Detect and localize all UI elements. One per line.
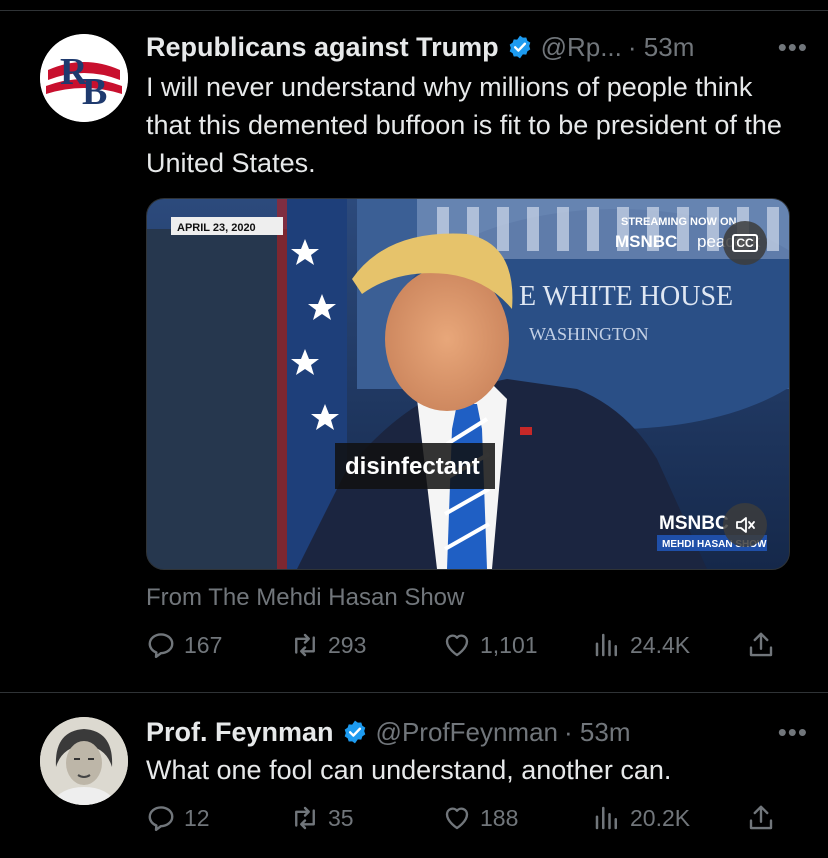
author-name[interactable]: Republicans against Trump	[146, 32, 499, 63]
streaming-label: STREAMING NOW ON	[621, 216, 737, 228]
action-bar: 167 293 1,101 24.4K	[146, 630, 786, 670]
more-options-icon[interactable]: •••	[778, 717, 808, 748]
retweet-icon	[295, 633, 315, 657]
retweet-button[interactable]: 35	[290, 803, 354, 833]
reply-button[interactable]: 167	[146, 630, 222, 660]
retweet-button[interactable]: 293	[290, 630, 366, 660]
author-name[interactable]: Prof. Feynman	[146, 717, 334, 748]
share-button[interactable]	[746, 630, 784, 660]
reply-count: 12	[184, 804, 210, 831]
like-count: 1,101	[480, 631, 538, 658]
tweet-1[interactable]: R B Republicans against Trump @Rp... · 5…	[0, 0, 828, 692]
tweet-text: What one fool can understand, another ca…	[146, 755, 672, 785]
retweet-count: 293	[328, 631, 367, 658]
wall-subtext: WASHINGTON	[529, 324, 649, 344]
share-icon	[749, 632, 773, 657]
caption-text: disinfectant	[345, 453, 480, 480]
cc-icon: CC	[732, 234, 758, 252]
views-chart-icon	[595, 806, 617, 830]
author-handle[interactable]: @Rp...	[541, 32, 622, 63]
retweet-count: 35	[328, 804, 354, 831]
view-count: 24.4K	[630, 631, 691, 658]
share-button[interactable]	[746, 803, 784, 833]
share-icon	[749, 805, 773, 830]
wall-text: E WHITE HOUSE	[519, 281, 733, 312]
heart-icon	[445, 807, 469, 830]
corner-network: MSNBC	[659, 513, 729, 534]
tweet-header: Prof. Feynman @ProfFeynman · 53m	[146, 712, 808, 752]
verified-badge-icon	[509, 35, 530, 59]
tweet-header: Republicans against Trump @Rp... · 53m	[146, 27, 808, 67]
view-count: 20.2K	[630, 804, 691, 831]
action-bar: 12 35 188 20.2K	[146, 803, 786, 843]
tweet-text: I will never understand why millions of …	[146, 72, 782, 178]
date-stamp: APRIL 23, 2020	[177, 222, 256, 234]
reply-icon	[148, 633, 174, 659]
rb-logo-icon: R B	[40, 34, 128, 122]
speaker-muted-icon	[736, 517, 755, 533]
reply-icon	[148, 806, 174, 832]
video-frame: E WHITE HOUSE WASHINGTON APRIL 23, 2020 …	[147, 199, 789, 569]
reply-button[interactable]: 12	[146, 803, 210, 833]
network-logo: MSNBC	[615, 232, 677, 251]
like-button[interactable]: 188	[442, 803, 518, 833]
like-count: 188	[480, 804, 519, 831]
avatar[interactable]	[40, 717, 128, 805]
tweet-2[interactable]: Prof. Feynman @ProfFeynman · 53m ••• Wha…	[0, 693, 828, 858]
verified-badge-icon	[344, 720, 365, 744]
captions-button[interactable]: CC	[723, 221, 767, 265]
media-source[interactable]: From The Mehdi Hasan Show	[146, 584, 464, 612]
more-options-icon[interactable]: •••	[778, 32, 808, 63]
views-chart-icon	[595, 633, 617, 657]
mute-button[interactable]	[723, 503, 767, 547]
views-button[interactable]: 20.2K	[592, 803, 690, 833]
timestamp[interactable]: · 53m	[628, 32, 694, 63]
reply-count: 167	[184, 631, 223, 658]
svg-text:B: B	[82, 71, 107, 113]
video-player[interactable]: E WHITE HOUSE WASHINGTON APRIL 23, 2020 …	[146, 198, 790, 570]
like-button[interactable]: 1,101	[442, 630, 538, 660]
views-button[interactable]: 24.4K	[592, 630, 690, 660]
heart-icon	[445, 634, 469, 657]
portrait-avatar-icon	[40, 717, 128, 805]
retweet-icon	[295, 806, 315, 830]
timestamp[interactable]: · 53m	[564, 717, 630, 748]
author-handle[interactable]: @ProfFeynman	[376, 717, 558, 748]
avatar[interactable]: R B	[40, 34, 128, 122]
